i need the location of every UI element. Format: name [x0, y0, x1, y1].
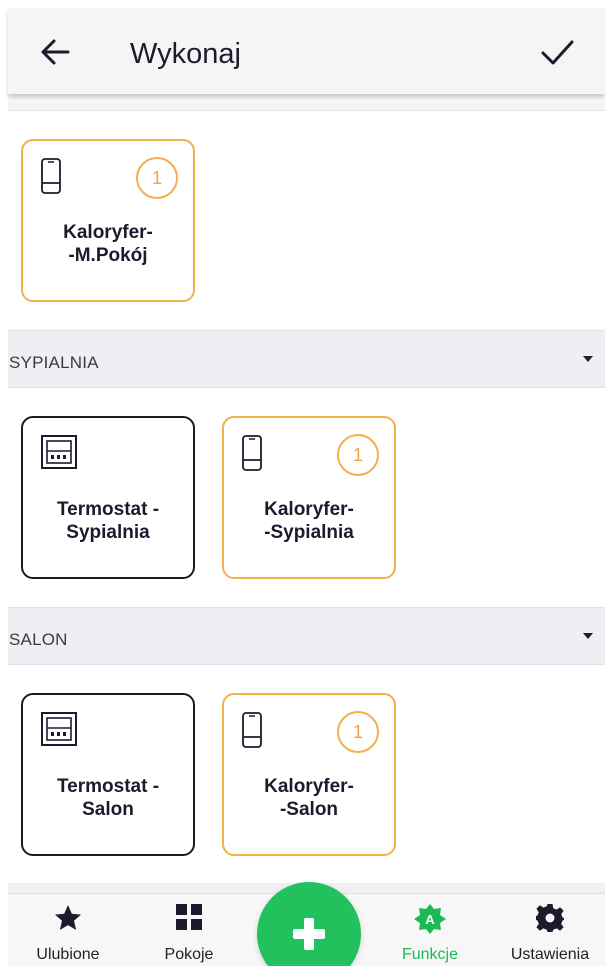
device-tile[interactable]: 1 Kaloryfer- -M.Pokój [21, 139, 195, 302]
device-tile[interactable]: 1 Kaloryfer- -Salon [222, 693, 396, 856]
device-name: Kaloryfer- -M.Pokój [63, 222, 153, 266]
caret-down-icon[interactable] [583, 633, 593, 639]
device-tile[interactable]: 1 Kaloryfer- -Sypialnia [222, 416, 396, 579]
radiator-valve-icon [242, 435, 262, 471]
nav-label: Pokoje [164, 946, 214, 963]
device-tile[interactable]: Termostat - Sypialnia [21, 416, 195, 579]
header-divider [8, 94, 605, 111]
thermostat-icon [41, 435, 77, 469]
check-icon[interactable] [537, 35, 577, 69]
svg-text:A: A [425, 912, 435, 927]
caret-down-icon[interactable] [583, 356, 593, 362]
device-name: Kaloryfer- -Salon [264, 776, 354, 820]
count-badge: 1 [136, 157, 178, 199]
section-label: SALON [9, 630, 68, 649]
app-header: Wykonaj [8, 8, 605, 94]
device-name: Termostat - Salon [56, 776, 160, 820]
section-header-salon[interactable]: SALON [8, 607, 605, 665]
automation-icon: A [414, 904, 446, 934]
radiator-valve-icon [41, 158, 61, 194]
nav-label: Ustawienia [510, 946, 590, 963]
star-icon [55, 905, 81, 930]
nav-label: Funkcje [401, 946, 459, 963]
device-name: Kaloryfer- -Sypialnia [264, 499, 354, 543]
section-header-sypialnia[interactable]: SYPIALNIA [8, 330, 605, 388]
count-badge: 1 [337, 711, 379, 753]
grid-icon [176, 904, 202, 930]
section-label: SYPIALNIA [9, 353, 99, 372]
plus-icon [293, 918, 325, 950]
thermostat-icon [41, 712, 77, 746]
nav-label: Ulubione [36, 946, 100, 963]
nav-item-settings[interactable]: Ustawienia [495, 894, 605, 966]
gear-icon [536, 904, 564, 932]
page-title: Wykonaj [130, 38, 241, 70]
radiator-valve-icon [242, 712, 262, 748]
nav-item-functions[interactable]: A Funkcje [375, 894, 485, 966]
nav-item-rooms[interactable]: Pokoje [134, 894, 244, 966]
count-badge: 1 [337, 434, 379, 476]
device-tile[interactable]: Termostat - Salon [21, 693, 195, 856]
arrow-left-icon[interactable] [38, 35, 72, 69]
nav-item-favorites[interactable]: Ulubione [13, 894, 123, 966]
device-name: Termostat - Sypialnia [56, 499, 160, 543]
